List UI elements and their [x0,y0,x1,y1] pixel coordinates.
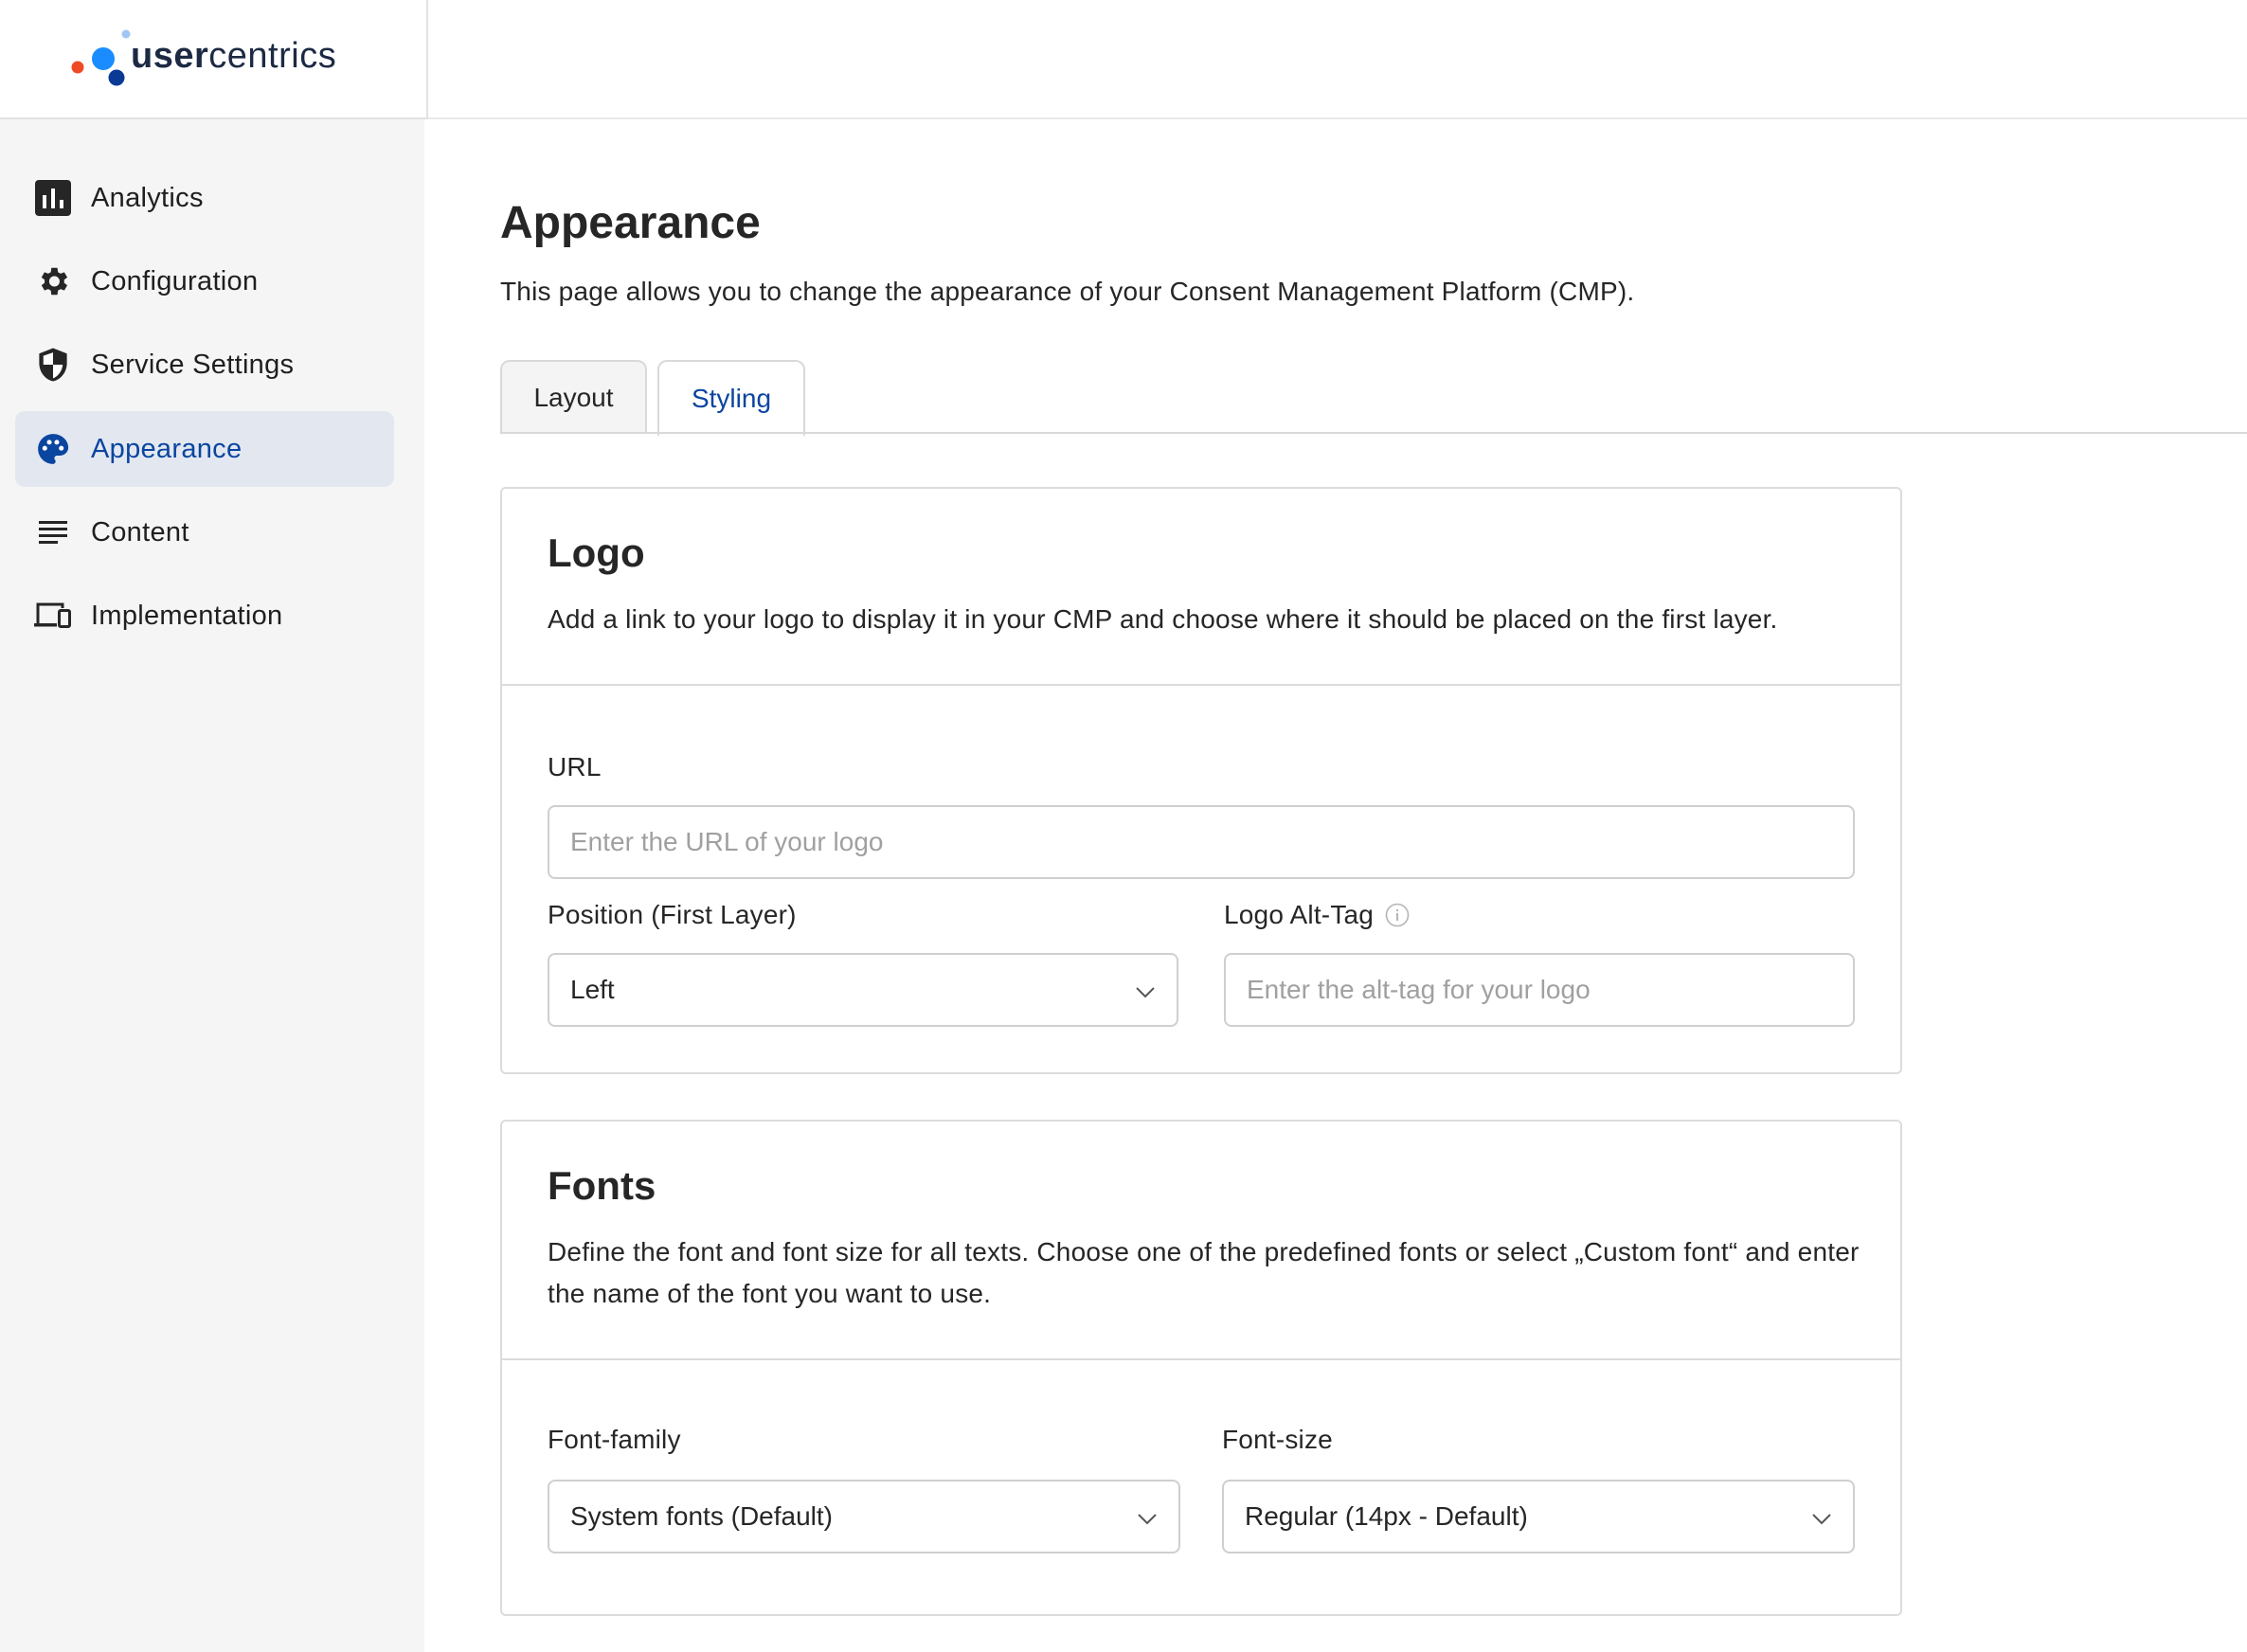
chevron-down-icon [1136,987,1155,998]
fonts-section-title: Fonts [548,1163,656,1208]
sidebar-item-implementation[interactable]: Implementation [15,578,394,654]
text-lines-icon [34,513,72,551]
font-size-label: Font-size [1222,1425,1333,1454]
chevron-down-icon [1138,1514,1157,1525]
devices-icon [34,597,72,635]
logo-alt-tag-input[interactable] [1224,953,1855,1027]
alt-tag-label: Logo Alt-Tag [1224,900,1375,929]
page-title: Appearance [500,198,761,248]
logo-url-input[interactable] [548,805,1855,879]
tabs-divider [500,432,2247,434]
tab-layout[interactable]: Layout [500,360,647,434]
info-icon[interactable] [1385,903,1410,927]
sidebar-item-label: Appearance [91,433,243,464]
card-divider [502,684,1900,686]
font-family-select[interactable]: System fonts (Default) [548,1480,1180,1553]
tab-styling[interactable]: Styling [657,360,805,436]
page-description: This page allows you to change the appea… [500,277,1635,306]
chevron-down-icon [1812,1514,1831,1525]
usercentrics-logo-icon [71,29,131,86]
position-label: Position (First Layer) [548,900,797,929]
url-label: URL [548,752,602,781]
sidebar-item-analytics[interactable]: Analytics [15,160,394,236]
position-select[interactable]: Left [548,953,1178,1027]
font-size-select[interactable]: Regular (14px - Default) [1222,1480,1855,1553]
sidebar-item-label: Analytics [91,182,204,213]
sidebar-item-appearance[interactable]: Appearance [15,411,394,487]
sidebar: Analytics Configuration Service Settings [0,119,424,1652]
top-bar [428,0,2247,119]
sidebar-item-content[interactable]: Content [15,494,394,570]
gear-icon [34,262,72,300]
card-divider [502,1358,1900,1360]
logo-section-title: Logo [548,530,645,575]
bar-chart-icon [34,179,72,217]
sidebar-item-label: Configuration [91,265,259,296]
font-family-select-value: System fonts (Default) [570,1501,833,1531]
position-select-value: Left [570,975,615,1004]
sidebar-item-service-settings[interactable]: Service Settings [15,327,394,403]
sidebar-item-label: Service Settings [91,349,295,380]
sidebar-item-label: Content [91,516,189,548]
shield-icon [34,346,72,384]
brand-logo-area[interactable]: usercentrics [0,0,428,119]
sidebar-item-label: Implementation [91,600,283,631]
logo-section-description: Add a link to your logo to display it in… [548,604,1778,634]
fonts-settings-card: Fonts Define the font and font size for … [500,1120,1902,1616]
font-size-select-value: Regular (14px - Default) [1245,1501,1528,1531]
font-family-label: Font-family [548,1425,681,1454]
palette-icon [34,430,72,468]
logo-settings-card: Logo Add a link to your logo to display … [500,487,1902,1074]
fonts-section-description: Define the font and font size for all te… [548,1237,1860,1308]
sidebar-item-configuration[interactable]: Configuration [15,243,394,319]
brand-wordmark: usercentrics [131,36,337,76]
alt-tag-label-row: Logo Alt-Tag [1224,900,1410,930]
